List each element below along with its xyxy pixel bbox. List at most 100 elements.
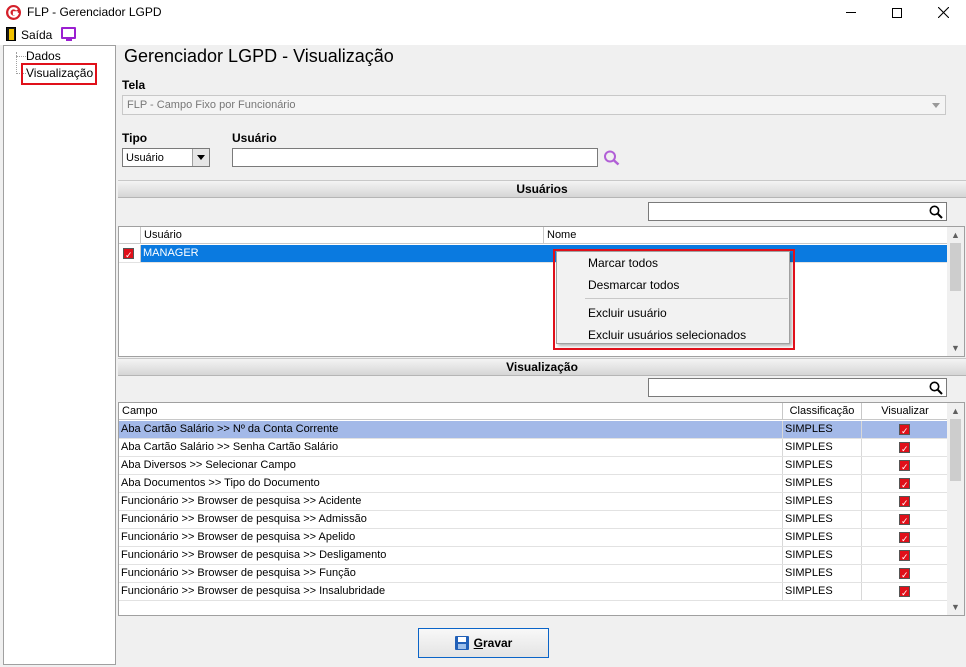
scroll-down-icon[interactable]: ▼ [947, 599, 964, 615]
table-row[interactable]: Funcionário >> Browser de pesquisa >> De… [119, 547, 948, 565]
page-title: Gerenciador LGPD - Visualização [124, 46, 394, 66]
campo-cell: Funcionário >> Browser de pesquisa >> Ap… [119, 529, 783, 546]
classificacao-cell: SIMPLES [783, 511, 862, 528]
save-disk-icon [454, 636, 469, 650]
search-icon[interactable] [929, 205, 943, 219]
checkbox-checked[interactable] [899, 477, 910, 492]
scroll-up-icon[interactable]: ▲ [947, 227, 964, 243]
table-row[interactable]: Aba Documentos >> Tipo do Documento SIMPL… [119, 475, 948, 493]
checkbox-checked[interactable] [899, 423, 910, 438]
table-row[interactable]: Funcionário >> Browser de pesquisa >> Ad… [119, 511, 948, 529]
checkbox-checked[interactable] [123, 247, 134, 262]
column-header-nome[interactable]: Nome [544, 227, 948, 244]
table-row[interactable]: Aba Cartão Salário >> Senha Cartão Salár… [119, 439, 948, 457]
scrollbar-thumb[interactable] [950, 419, 961, 481]
visualizar-cell[interactable] [862, 565, 948, 582]
tipo-label: Tipo [122, 131, 148, 145]
search-icon[interactable] [929, 381, 943, 395]
checkbox-checked[interactable] [899, 567, 910, 582]
column-header-usuario[interactable]: Usuário [141, 227, 544, 244]
tela-value: FLP - Campo Fixo por Funcionário [127, 99, 296, 111]
campo-cell: Funcionário >> Browser de pesquisa >> Fu… [119, 565, 783, 582]
checkbox-checked[interactable] [899, 459, 910, 474]
usuario-input[interactable] [232, 148, 598, 167]
classificacao-cell: SIMPLES [783, 493, 862, 510]
app-logo-icon [6, 5, 21, 20]
users-vertical-scrollbar[interactable]: ▲ ▼ [947, 227, 964, 356]
visualizar-cell[interactable] [862, 457, 948, 474]
visualizacao-section-header: Visualização [118, 358, 966, 376]
visualizar-cell[interactable] [862, 421, 948, 438]
save-label-mnemonic: G [473, 636, 483, 650]
visualizar-cell[interactable] [862, 439, 948, 456]
campo-cell: Aba Documentos >> Tipo do Documento [119, 475, 783, 492]
users-grid-header: Usuário Nome [119, 227, 948, 244]
table-row[interactable]: Funcionário >> Browser de pesquisa >> In… [119, 583, 948, 601]
table-row[interactable]: Aba Diversos >> Selecionar Campo SIMPLES [119, 457, 948, 475]
classificacao-cell: SIMPLES [783, 565, 862, 582]
visualizar-cell[interactable] [862, 511, 948, 528]
checkbox-checked[interactable] [899, 513, 910, 528]
visualizacao-grid: Campo Classificação Visualizar Aba Cartã… [118, 402, 965, 616]
campo-cell: Funcionário >> Browser de pesquisa >> Ad… [119, 511, 783, 528]
close-icon [937, 7, 949, 18]
tipo-dropdown[interactable]: Usuário [122, 148, 210, 167]
checkbox-checked[interactable] [899, 585, 910, 600]
visualizar-cell[interactable] [862, 493, 948, 510]
visualizar-cell[interactable] [862, 547, 948, 564]
exit-menu-item[interactable]: Saída [21, 28, 52, 42]
usuario-label: Usuário [232, 131, 277, 145]
tipo-value: Usuário [126, 152, 164, 164]
campo-cell: Funcionário >> Browser de pesquisa >> Ac… [119, 493, 783, 510]
column-header-classificacao[interactable]: Classificação [783, 403, 862, 420]
chevron-down-icon[interactable] [928, 97, 944, 113]
maximize-button[interactable] [874, 0, 920, 25]
usuario-cell: MANAGER [143, 247, 199, 259]
minimize-button[interactable] [828, 0, 874, 25]
classificacao-cell: SIMPLES [783, 475, 862, 492]
campo-cell: Aba Cartão Salário >> Nº da Conta Corren… [119, 421, 783, 438]
tree-item-dados[interactable]: Dados [26, 49, 61, 63]
table-row[interactable]: Funcionário >> Browser de pesquisa >> Ac… [119, 493, 948, 511]
users-grid: Usuário Nome MANAGER ▲ ▼ [118, 226, 965, 357]
campo-cell: Funcionário >> Browser de pesquisa >> De… [119, 547, 783, 564]
maximize-icon [892, 7, 902, 18]
visualizar-cell[interactable] [862, 583, 948, 600]
monitor-icon[interactable] [61, 27, 76, 41]
save-button[interactable]: Gravar [418, 628, 549, 658]
chevron-down-icon[interactable] [192, 149, 209, 166]
classificacao-cell: SIMPLES [783, 529, 862, 546]
view-filter-input[interactable] [648, 378, 947, 397]
users-filter-input[interactable] [648, 202, 947, 221]
tela-label: Tela [122, 78, 146, 92]
visualizar-cell[interactable] [862, 529, 948, 546]
table-row[interactable]: Funcionário >> Browser de pesquisa >> Fu… [119, 565, 948, 583]
tree-connector [16, 56, 26, 57]
column-header-campo[interactable]: Campo [119, 403, 783, 420]
table-row[interactable]: Funcionário >> Browser de pesquisa >> Ap… [119, 529, 948, 547]
title-bar: FLP - Gerenciador LGPD [0, 0, 966, 25]
campo-cell: Aba Cartão Salário >> Senha Cartão Salár… [119, 439, 783, 456]
tela-dropdown[interactable]: FLP - Campo Fixo por Funcionário [122, 95, 946, 115]
scroll-down-icon[interactable]: ▼ [947, 340, 964, 356]
exit-door-icon[interactable] [6, 27, 16, 41]
row-checkbox-cell[interactable] [119, 245, 141, 262]
checkbox-checked[interactable] [899, 495, 910, 510]
checkbox-checked[interactable] [899, 531, 910, 546]
scroll-up-icon[interactable]: ▲ [947, 403, 964, 419]
window-title: FLP - Gerenciador LGPD [27, 5, 162, 19]
visualizar-cell[interactable] [862, 475, 948, 492]
close-button[interactable] [920, 0, 966, 25]
checkbox-checked[interactable] [899, 441, 910, 456]
classificacao-cell: SIMPLES [783, 547, 862, 564]
classificacao-cell: SIMPLES [783, 439, 862, 456]
table-row[interactable]: MANAGER [119, 245, 948, 263]
search-icon[interactable] [603, 150, 621, 166]
table-row[interactable]: Aba Cartão Salário >> Nº da Conta Corren… [119, 421, 948, 439]
column-header-visualizar[interactable]: Visualizar [862, 403, 948, 420]
campo-cell: Funcionário >> Browser de pesquisa >> In… [119, 583, 783, 600]
checkbox-checked[interactable] [899, 549, 910, 564]
visualizacao-vertical-scrollbar[interactable]: ▲ ▼ [947, 403, 964, 615]
campo-cell: Aba Diversos >> Selecionar Campo [119, 457, 783, 474]
scrollbar-thumb[interactable] [950, 243, 961, 291]
